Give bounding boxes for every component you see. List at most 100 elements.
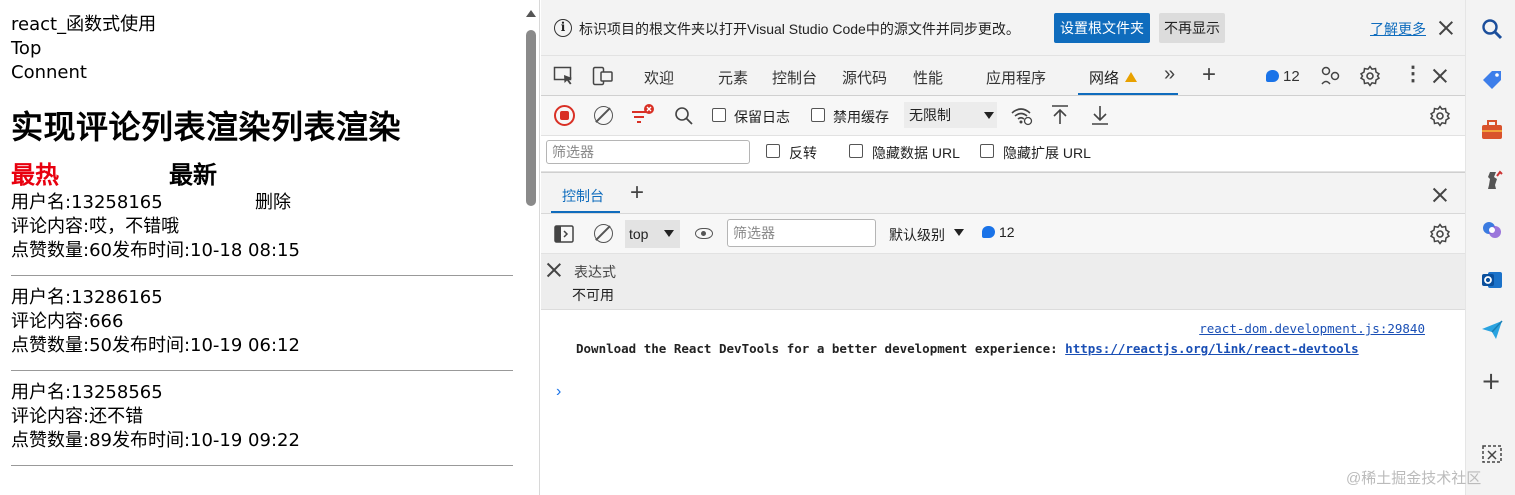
network-toolbar: 保留日志 禁用缓存 无限制 bbox=[541, 96, 1465, 136]
hide-data-url-label: 隐藏数据 URL bbox=[872, 145, 960, 161]
page-heading: 实现评论列表渲染列表渲染 bbox=[11, 108, 402, 146]
connection-icon[interactable] bbox=[1320, 65, 1342, 87]
console-message-text: Download the React DevTools for a better… bbox=[576, 341, 1066, 356]
console-message: Download the React DevTools for a better… bbox=[576, 340, 1431, 358]
import-har-icon[interactable] bbox=[1051, 104, 1069, 126]
hide-ext-url-checkbox[interactable] bbox=[980, 144, 994, 158]
comment-username: 用户名:13286165 bbox=[11, 287, 163, 308]
network-warning-icon bbox=[1125, 72, 1137, 82]
toolbox-icon[interactable] bbox=[1480, 118, 1504, 142]
browser-sidebar: + @稀土掘金技术社区 bbox=[1346, 0, 1515, 495]
live-expression-eye-icon[interactable] bbox=[695, 228, 713, 239]
console-settings-gear-icon[interactable] bbox=[1429, 223, 1451, 245]
close-devtools-icon[interactable] bbox=[1432, 68, 1448, 84]
devtools-main-tabs: 欢迎 元素 控制台 源代码 性能 应用程序 网络 » + 12 ⋮ bbox=[541, 56, 1465, 96]
screenshot-capture-icon[interactable] bbox=[1480, 443, 1504, 467]
clear-console-icon[interactable] bbox=[594, 224, 613, 243]
clear-icon[interactable] bbox=[594, 106, 613, 125]
tab-console[interactable]: 控制台 bbox=[772, 67, 817, 88]
issues-bubble-icon bbox=[1266, 70, 1279, 82]
settings-gear-icon[interactable] bbox=[1359, 65, 1381, 87]
add-tab-plus-icon[interactable]: + bbox=[1202, 63, 1216, 87]
console-prompt-chevron-icon[interactable]: › bbox=[556, 383, 561, 401]
preserve-log-checkbox[interactable] bbox=[712, 108, 726, 122]
copilot-icon[interactable] bbox=[1480, 218, 1504, 242]
tab-application[interactable]: 应用程序 bbox=[986, 67, 1046, 88]
comment-content: 评论内容:666 bbox=[11, 311, 124, 332]
web-page-viewport: react_函数式使用 Top Connent 实现评论列表渲染列表渲染 最热 … bbox=[0, 0, 540, 495]
remove-expression-icon[interactable] bbox=[546, 262, 562, 278]
close-drawer-icon[interactable] bbox=[1432, 187, 1448, 203]
search-icon[interactable] bbox=[1480, 17, 1504, 41]
comment-meta: 点赞数量:60发布时间:10-18 08:15 bbox=[11, 240, 300, 261]
comment-meta: 点赞数量:89发布时间:10-19 09:22 bbox=[11, 430, 300, 451]
tab-welcome[interactable]: 欢迎 bbox=[644, 67, 674, 88]
games-chess-icon[interactable] bbox=[1480, 168, 1504, 192]
console-toolbar: top 筛选器 默认级别 12 bbox=[541, 214, 1465, 254]
more-tabs-chevron-icon[interactable]: » bbox=[1164, 64, 1175, 84]
console-issues-badge[interactable]: 12 bbox=[982, 224, 1015, 240]
hide-data-url-checkbox[interactable] bbox=[849, 144, 863, 158]
delete-button[interactable]: 删除 bbox=[255, 191, 291, 215]
invert-checkbox[interactable] bbox=[766, 144, 780, 158]
comment-item: 用户名:13286165 评论内容:666 点赞数量:50发布时间:10-19 … bbox=[11, 286, 513, 371]
search-icon[interactable] bbox=[674, 106, 694, 126]
tab-hot[interactable]: 最热 bbox=[11, 159, 169, 191]
network-filter-bar: 筛选器 反转 隐藏数据 URL 隐藏扩展 URL bbox=[541, 136, 1465, 172]
filter-placeholder: 筛选器 bbox=[552, 144, 594, 160]
drawer-add-plus-icon[interactable]: + bbox=[630, 181, 644, 205]
more-options-icon[interactable]: ⋮ bbox=[1403, 64, 1423, 84]
filter-clear-icon[interactable] bbox=[630, 103, 656, 127]
throttle-select[interactable]: 无限制 bbox=[904, 102, 997, 128]
source-link[interactable]: react-dom.development.js:29840 bbox=[1199, 321, 1425, 336]
sidebar-toggle-icon[interactable] bbox=[554, 225, 574, 243]
disable-cache-checkbox[interactable] bbox=[811, 108, 825, 122]
tab-network[interactable]: 网络 bbox=[1089, 67, 1119, 88]
comment-item: 用户名:13258165 删除 评论内容:哎，不错哦 点赞数量:60发布时间:1… bbox=[11, 191, 513, 276]
network-settings-gear-icon[interactable] bbox=[1429, 105, 1451, 127]
context-select[interactable]: top bbox=[625, 220, 680, 248]
inspect-element-icon[interactable] bbox=[553, 66, 575, 86]
learn-more-link[interactable]: 了解更多 bbox=[1370, 19, 1426, 39]
console-filter-placeholder: 筛选器 bbox=[733, 225, 775, 241]
expression-label[interactable]: 表达式 bbox=[574, 262, 616, 282]
disable-cache-label: 禁用缓存 bbox=[833, 109, 889, 125]
drawer-tab-console[interactable]: 控制台 bbox=[562, 186, 604, 206]
issues-count: 12 bbox=[1283, 68, 1300, 85]
issues-badge[interactable]: 12 bbox=[1266, 68, 1300, 85]
infobar-text: 标识项目的根文件夹以打开Visual Studio Code中的源文件并同步更改… bbox=[579, 21, 1020, 37]
tab-sources[interactable]: 源代码 bbox=[842, 67, 887, 88]
network-conditions-icon[interactable] bbox=[1010, 105, 1034, 127]
comment-content: 评论内容:还不错 bbox=[11, 406, 144, 427]
add-sidebar-app-plus-icon[interactable]: + bbox=[1481, 369, 1501, 393]
log-level-select[interactable]: 默认级别 bbox=[889, 225, 945, 245]
comment-username: 用户名:13258165 bbox=[11, 192, 163, 213]
chevron-down-icon bbox=[984, 112, 994, 119]
console-filter-input[interactable]: 筛选器 bbox=[727, 219, 876, 247]
dont-show-again-button[interactable]: 不再显示 bbox=[1159, 13, 1225, 43]
export-har-icon[interactable] bbox=[1091, 104, 1109, 126]
tab-elements[interactable]: 元素 bbox=[718, 67, 748, 88]
react-devtools-link[interactable]: https://reactjs.org/link/react-devtools bbox=[1065, 341, 1359, 356]
record-icon[interactable] bbox=[554, 105, 575, 126]
throttle-value: 无限制 bbox=[909, 107, 951, 123]
set-root-folder-button[interactable]: 设置根文件夹 bbox=[1054, 13, 1150, 43]
device-emulation-icon[interactable] bbox=[592, 66, 614, 86]
outlook-icon[interactable] bbox=[1480, 268, 1504, 292]
page-scrollbar[interactable] bbox=[522, 0, 539, 495]
info-icon: i bbox=[554, 19, 572, 37]
network-filter-input[interactable]: 筛选器 bbox=[546, 140, 750, 164]
shopping-tag-icon[interactable] bbox=[1480, 68, 1504, 92]
log-level-value: 默认级别 bbox=[889, 227, 945, 243]
tab-new[interactable]: 最新 bbox=[169, 159, 217, 191]
scroll-thumb[interactable] bbox=[526, 30, 536, 206]
send-telegram-icon[interactable] bbox=[1480, 318, 1504, 342]
scroll-up-arrow-icon[interactable] bbox=[526, 10, 536, 17]
tab-performance[interactable]: 性能 bbox=[913, 67, 943, 88]
expression-value: 不可用 bbox=[572, 287, 614, 303]
active-tab-indicator bbox=[1078, 93, 1178, 95]
close-infobar-icon[interactable] bbox=[1438, 20, 1454, 36]
comment-item: 用户名:13258565 评论内容:还不错 点赞数量:89发布时间:10-19 … bbox=[11, 381, 513, 466]
sort-tabs: 最热 最新 bbox=[11, 159, 513, 191]
infobar: i 标识项目的根文件夹以打开Visual Studio Code中的源文件并同步… bbox=[541, 0, 1465, 56]
